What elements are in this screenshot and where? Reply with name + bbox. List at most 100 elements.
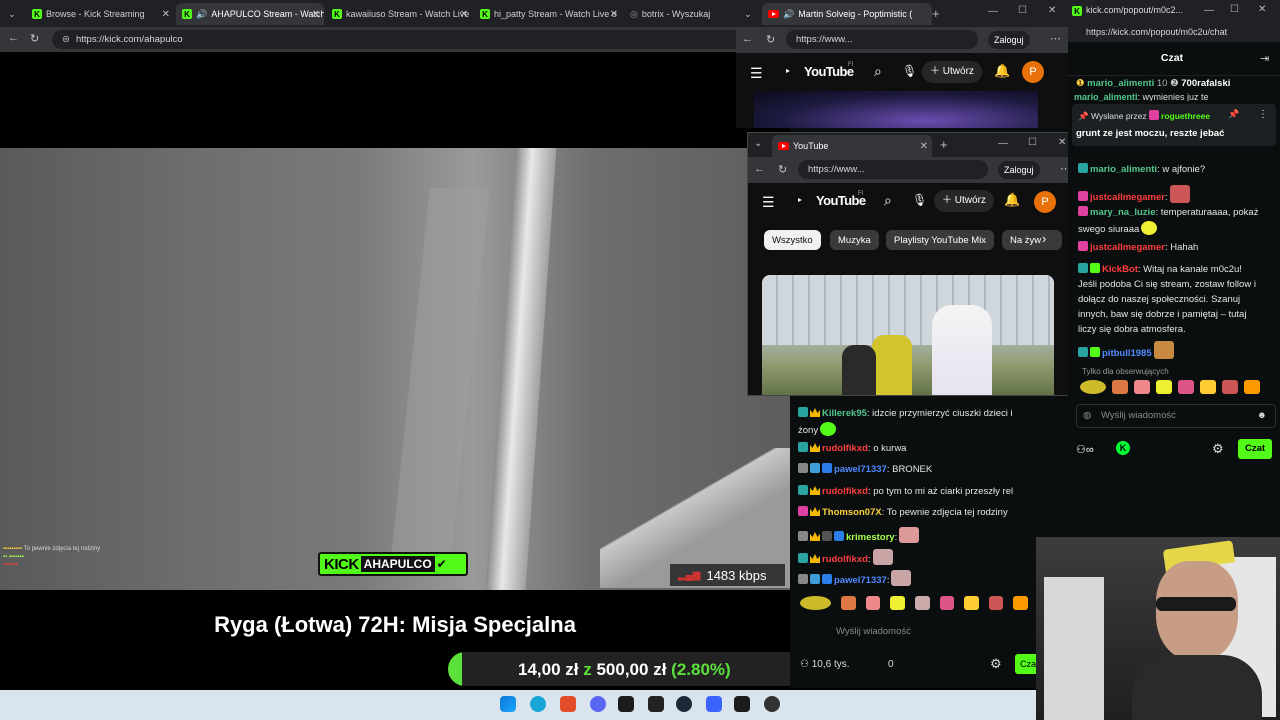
emoji-picker-icon[interactable]: ☻ (1257, 405, 1267, 427)
tab-list-button[interactable]: ⌄ (2, 3, 22, 25)
chevron-right-icon[interactable]: › (1042, 231, 1046, 246)
emote[interactable] (841, 596, 856, 610)
minimize-button[interactable]: — (998, 138, 1008, 149)
speaker-icon[interactable]: 🔊 (196, 9, 207, 20)
emote[interactable] (939, 596, 955, 610)
create-button[interactable]: ＋ Utwórz (934, 190, 994, 212)
settings-gear-icon[interactable]: ⚙ (1212, 441, 1224, 457)
emote[interactable] (865, 596, 881, 610)
emote[interactable] (1112, 380, 1128, 394)
reload-icon[interactable]: ↻ (766, 33, 775, 46)
start-windows-icon[interactable] (500, 696, 516, 712)
tab-browse-kick[interactable]: K Browse - Kick Streaming ✕ (26, 3, 174, 25)
speaker-icon[interactable]: 🔊 (783, 9, 794, 20)
new-tab-button[interactable]: + (932, 6, 940, 21)
hamburger-menu-icon[interactable]: ☰ (762, 194, 775, 211)
more-options-icon[interactable]: ⋮ (1258, 109, 1268, 120)
emote[interactable] (964, 596, 979, 610)
tab-youtube[interactable]: YouTube ✕ (772, 135, 932, 157)
app-icon[interactable] (706, 696, 722, 712)
notifications-bell-icon[interactable]: 🔔 (994, 63, 1010, 79)
close-tab-icon[interactable]: ✕ (920, 141, 928, 152)
emote[interactable] (1080, 380, 1106, 394)
settings-gear-icon[interactable]: ⚙ (990, 656, 1002, 672)
tab-list-button[interactable]: ⌄ (738, 3, 758, 25)
reload-icon[interactable]: ↻ (30, 32, 39, 45)
chat-input[interactable]: Wyślij wiadomość (798, 622, 1068, 642)
emote[interactable] (1200, 380, 1216, 394)
new-tab-button[interactable]: + (940, 137, 948, 152)
collapse-arrow-icon[interactable]: ⇥ (1260, 52, 1269, 65)
back-arrow-icon[interactable]: ← (754, 163, 765, 175)
minimize-button[interactable]: — (988, 6, 998, 17)
search-icon[interactable]: ⌕ (884, 192, 892, 209)
pinned-message[interactable]: 📌 Wysłane przez roguethreee 📌 ⋮ grunt ze… (1072, 104, 1276, 146)
emote[interactable] (1156, 380, 1172, 394)
close-window-button[interactable]: ✕ (1258, 4, 1266, 15)
more-menu-icon[interactable]: ⋯ (1050, 32, 1061, 45)
send-chat-button[interactable]: Czat (1238, 439, 1272, 459)
chat-input[interactable]: ◍ Wyślij wiadomość ☻ (1076, 404, 1276, 428)
chip-all[interactable]: Wszystko (764, 230, 821, 250)
unpin-icon[interactable]: 📌 (1228, 109, 1239, 120)
tab-kawaiiuso[interactable]: K kawaiiuso Stream - Watch Live ✕ (326, 3, 472, 25)
url-field[interactable]: ⊜ https://kick.com/ahapulco (52, 30, 736, 49)
close-window-button[interactable]: ✕ (1048, 5, 1056, 16)
close-window-button[interactable]: ✕ (1058, 137, 1066, 148)
account-avatar[interactable]: P (1034, 191, 1056, 213)
users-icon[interactable]: ⚇∞ (1076, 443, 1094, 456)
back-arrow-icon[interactable]: ← (8, 32, 19, 44)
tab-hi-patty[interactable]: K hi_patty Stream - Watch Live o ✕ (474, 3, 622, 25)
steam-icon[interactable] (676, 696, 692, 712)
site-info-icon[interactable]: ⊜ (62, 34, 70, 45)
microphone-icon[interactable]: 🎙 (902, 64, 917, 78)
emote[interactable] (1222, 380, 1238, 394)
emote[interactable] (890, 596, 905, 610)
close-tab-icon[interactable]: ✕ (312, 9, 320, 20)
url-field[interactable]: https://www... (786, 30, 978, 49)
chip-mix-playlists[interactable]: Playlisty YouTube Mix (886, 230, 995, 250)
sign-in-chip[interactable]: Zaloguj (988, 31, 1030, 49)
maximize-button[interactable]: ☐ (1018, 5, 1027, 16)
chip-live[interactable]: Na żyw (1002, 230, 1062, 250)
tab-ahapulco[interactable]: K 🔊 AHAPULCO Stream - Watch ✕ (176, 3, 324, 25)
yt-back-video-thumbnail[interactable] (754, 91, 1038, 128)
microphone-icon[interactable]: 🎙 (912, 193, 927, 207)
obs-icon[interactable] (618, 696, 634, 712)
sign-in-chip[interactable]: Zaloguj (998, 161, 1040, 179)
close-tab-icon[interactable]: ✕ (610, 9, 618, 20)
tab-martin-solveig[interactable]: 🔊 Martin Solveig - Poptimistic ( (762, 3, 932, 25)
chip-music[interactable]: Muzyka (830, 230, 879, 250)
video-thumbnail[interactable] (762, 275, 1054, 395)
hamburger-menu-icon[interactable]: ☰ (750, 65, 763, 82)
app-icon[interactable] (764, 696, 780, 712)
reload-icon[interactable]: ↻ (778, 163, 787, 176)
account-avatar[interactable]: P (1022, 61, 1044, 83)
epic-games-icon[interactable] (648, 696, 664, 712)
notifications-bell-icon[interactable]: 🔔 (1004, 192, 1020, 208)
tab-list-button[interactable]: ⌄ (754, 138, 762, 149)
close-tab-icon[interactable]: ✕ (460, 9, 468, 20)
emote[interactable] (1178, 380, 1194, 394)
emote[interactable] (1244, 380, 1260, 394)
video-player[interactable]: ▪▪▪▪▪▪▪▪▪ To pewnie zdjęcia tej rodziny … (0, 148, 790, 590)
maximize-button[interactable]: ☐ (1028, 137, 1037, 148)
search-icon[interactable]: ⌕ (874, 63, 882, 80)
obs-icon[interactable] (734, 696, 750, 712)
tab-botrix[interactable]: ◎ botrix - Wyszukaj (624, 3, 734, 25)
maximize-button[interactable]: ☐ (1230, 4, 1239, 15)
emote[interactable] (1134, 380, 1150, 394)
create-button[interactable]: ＋ Utwórz (922, 61, 982, 83)
youtube-wordmark[interactable]: YouTube (804, 64, 854, 79)
emote[interactable] (988, 596, 1004, 610)
emote[interactable] (914, 596, 930, 610)
url-field[interactable]: https://kick.com/popout/m0c2u/chat (1076, 23, 1276, 40)
discord-icon[interactable] (590, 696, 606, 712)
edge-browser-icon[interactable] (530, 696, 546, 712)
kick-logo-icon[interactable]: K (1116, 441, 1130, 455)
minimize-button[interactable]: — (1204, 5, 1214, 16)
close-tab-icon[interactable]: ✕ (162, 9, 170, 20)
url-field[interactable]: https://www... (798, 160, 988, 179)
emote[interactable] (1013, 596, 1029, 610)
back-arrow-icon[interactable]: ← (742, 33, 753, 45)
